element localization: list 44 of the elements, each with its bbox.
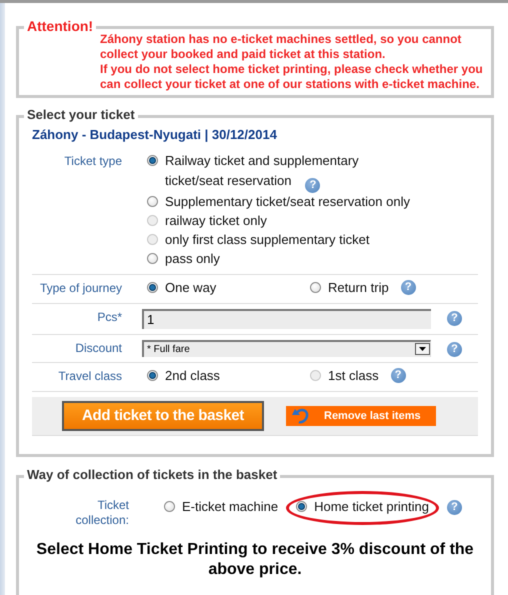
fieldset-legend: Attention! bbox=[24, 18, 96, 34]
option-label: only first class supplementary ticket bbox=[165, 230, 370, 249]
field-label: Travel class bbox=[57, 368, 122, 384]
field-label: Type of journey bbox=[38, 280, 122, 296]
quantity-field[interactable]: 1 bbox=[142, 308, 431, 328]
radio-button[interactable] bbox=[147, 196, 158, 206]
radio-button[interactable] bbox=[147, 370, 158, 380]
help-icon[interactable]: ? bbox=[447, 310, 462, 326]
fieldset-legend: Way of collection of tickets in the basket bbox=[24, 466, 280, 482]
option-label: Railway ticket and supplementary ticket/seat reservation ? bbox=[165, 152, 360, 192]
discount-dropdown[interactable]: * Full fare bbox=[142, 340, 431, 356]
option-label: pass only bbox=[165, 250, 220, 268]
help-icon[interactable]: ? bbox=[400, 280, 416, 294]
undo-arrow-icon bbox=[292, 407, 310, 424]
option-label: E-ticket machine bbox=[182, 498, 278, 516]
remove-items-button[interactable]: Remove last items bbox=[286, 406, 436, 426]
help-icon[interactable]: ? bbox=[390, 368, 406, 382]
help-icon[interactable]: ? bbox=[446, 500, 462, 514]
radio-button[interactable] bbox=[164, 500, 175, 512]
radio-button[interactable] bbox=[147, 282, 158, 292]
route-heading: Záhony - Budapest-Nyugati | 30/12/2014 bbox=[32, 127, 278, 142]
help-icon[interactable]: ? bbox=[305, 178, 320, 192]
add-to-basket-button[interactable]: Add ticket to the basket bbox=[62, 400, 264, 430]
option-label: Supplementary ticket/seat reservation only bbox=[165, 192, 410, 211]
dropdown-arrow-icon bbox=[419, 347, 426, 351]
warning-text: If you do not select home ticket printing, please check whether you can collect your ticket at one of our stations with e-ticket machine. bbox=[100, 62, 484, 92]
option-label: railway ticket only bbox=[165, 212, 267, 230]
field-label: Pcs* bbox=[96, 308, 122, 326]
help-icon[interactable]: ? bbox=[447, 342, 462, 356]
radio-button[interactable] bbox=[310, 282, 321, 292]
fieldset-legend: Select your ticket bbox=[24, 107, 138, 122]
option-label: Return trip bbox=[328, 278, 389, 297]
field-label: Ticket collection: bbox=[74, 498, 129, 528]
option-label: One way bbox=[165, 278, 216, 297]
option-label: Home ticket printing bbox=[314, 498, 429, 516]
discount-note: Select Home Ticket Printing to receive 3% discount of the above price. bbox=[35, 540, 475, 580]
option-label: 2nd class bbox=[165, 366, 220, 384]
warning-text: Záhony station has no e-ticket machines settled, so you cannot collect your booked and paid ticket at this station. bbox=[100, 32, 462, 62]
field-label: Discount bbox=[74, 340, 122, 356]
radio-button[interactable] bbox=[147, 155, 158, 166]
radio-button[interactable] bbox=[147, 252, 158, 264]
radio-button[interactable] bbox=[296, 500, 308, 512]
option-label: 1st class bbox=[328, 366, 379, 384]
field-label: Ticket type bbox=[63, 153, 122, 170]
